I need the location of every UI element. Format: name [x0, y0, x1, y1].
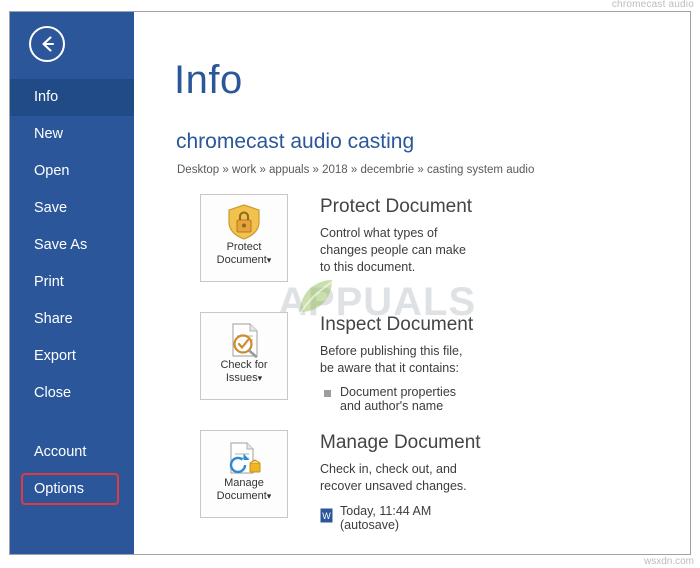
- manage-document-button-label: Manage Document▾: [201, 477, 287, 503]
- sidebar-item-new[interactable]: New: [10, 116, 134, 153]
- svg-text:W: W: [322, 511, 331, 521]
- inspect-bullet-text: Document properties and author's name: [340, 385, 457, 413]
- document-name: chromecast audio casting: [176, 130, 415, 153]
- inspect-document-text: Inspect Document Before publishing this …: [320, 314, 473, 413]
- info-pane: Info chromecast audio casting Desktop » …: [134, 12, 690, 554]
- inspect-document-title: Inspect Document: [320, 314, 474, 335]
- sidebar-item-close[interactable]: Close: [10, 375, 134, 412]
- manage-label-line2: Document: [216, 490, 267, 502]
- sidebar-item-print[interactable]: Print: [10, 264, 134, 301]
- manage-label-line1: Manage: [224, 477, 264, 489]
- nav-item-list: Info New Open Save Save As Print Share E…: [10, 79, 134, 508]
- check-for-issues-button[interactable]: Check for Issues▾: [200, 312, 288, 400]
- check-for-issues-button-label: Check for Issues▾: [201, 359, 287, 385]
- lock-shield-icon: [201, 203, 287, 241]
- inspect-bullet-item: Document properties and author's name: [320, 385, 473, 413]
- protect-document-text: Protect Document Control what types of c…: [320, 196, 472, 276]
- manage-document-description: Check in, check out, and recover unsaved…: [320, 462, 467, 493]
- document-magnifier-icon: [201, 321, 287, 359]
- protect-label-line1: Protect: [226, 241, 262, 253]
- sidebar-item-options-label: Options: [34, 481, 84, 497]
- protect-document-description: Control what types of changes people can…: [320, 226, 466, 274]
- sidebar-item-options[interactable]: Options: [10, 471, 134, 508]
- manage-document-title: Manage Document: [320, 432, 481, 453]
- document-recover-icon: [201, 439, 287, 477]
- backstage-nav-rail: Info New Open Save Save As Print Share E…: [10, 12, 134, 554]
- bottom-watermark: wsxdn.com: [643, 556, 694, 567]
- sidebar-item-save-as[interactable]: Save As: [10, 227, 134, 264]
- word-backstage-window: Info New Open Save Save As Print Share E…: [9, 11, 691, 555]
- page-title: Info: [174, 58, 243, 102]
- version-label: Today, 11:44 AM (autosave): [340, 504, 432, 532]
- sidebar-item-save[interactable]: Save: [10, 190, 134, 227]
- leaf-icon: [299, 280, 333, 315]
- protect-document-title: Protect Document: [320, 196, 473, 217]
- chevron-down-icon[interactable]: ▾: [267, 255, 272, 265]
- nav-divider-gap: [10, 412, 134, 434]
- chevron-down-icon[interactable]: ▾: [267, 491, 272, 501]
- sidebar-item-open[interactable]: Open: [10, 153, 134, 190]
- sidebar-item-account[interactable]: Account: [10, 434, 134, 471]
- sidebar-item-info[interactable]: Info: [10, 79, 134, 116]
- top-watermark: chromecast audio: [611, 0, 694, 10]
- bullet-square-icon: [324, 390, 331, 397]
- sidebar-item-share[interactable]: Share: [10, 301, 134, 338]
- manage-document-text: Manage Document Check in, check out, and…: [320, 432, 481, 532]
- chevron-down-icon[interactable]: ▾: [258, 373, 263, 383]
- protect-label-line2: Document: [216, 254, 267, 266]
- inspect-document-description: Before publishing this file, be aware th…: [320, 344, 463, 375]
- inspect-label-line1: Check for: [220, 359, 268, 371]
- word-doc-icon: W: [320, 508, 333, 528]
- inspect-label-line2: Issues: [225, 372, 258, 384]
- protect-document-button-label: Protect Document▾: [201, 241, 287, 267]
- protect-document-button[interactable]: Protect Document▾: [200, 194, 288, 282]
- version-list-item[interactable]: W Today, 11:44 AM (autosave): [320, 504, 481, 532]
- back-arrow-icon: [42, 36, 55, 52]
- breadcrumb: Desktop » work » appuals » 2018 » decemb…: [177, 164, 535, 176]
- sidebar-item-export[interactable]: Export: [10, 338, 134, 375]
- back-button[interactable]: [29, 26, 65, 62]
- manage-document-button[interactable]: Manage Document▾: [200, 430, 288, 518]
